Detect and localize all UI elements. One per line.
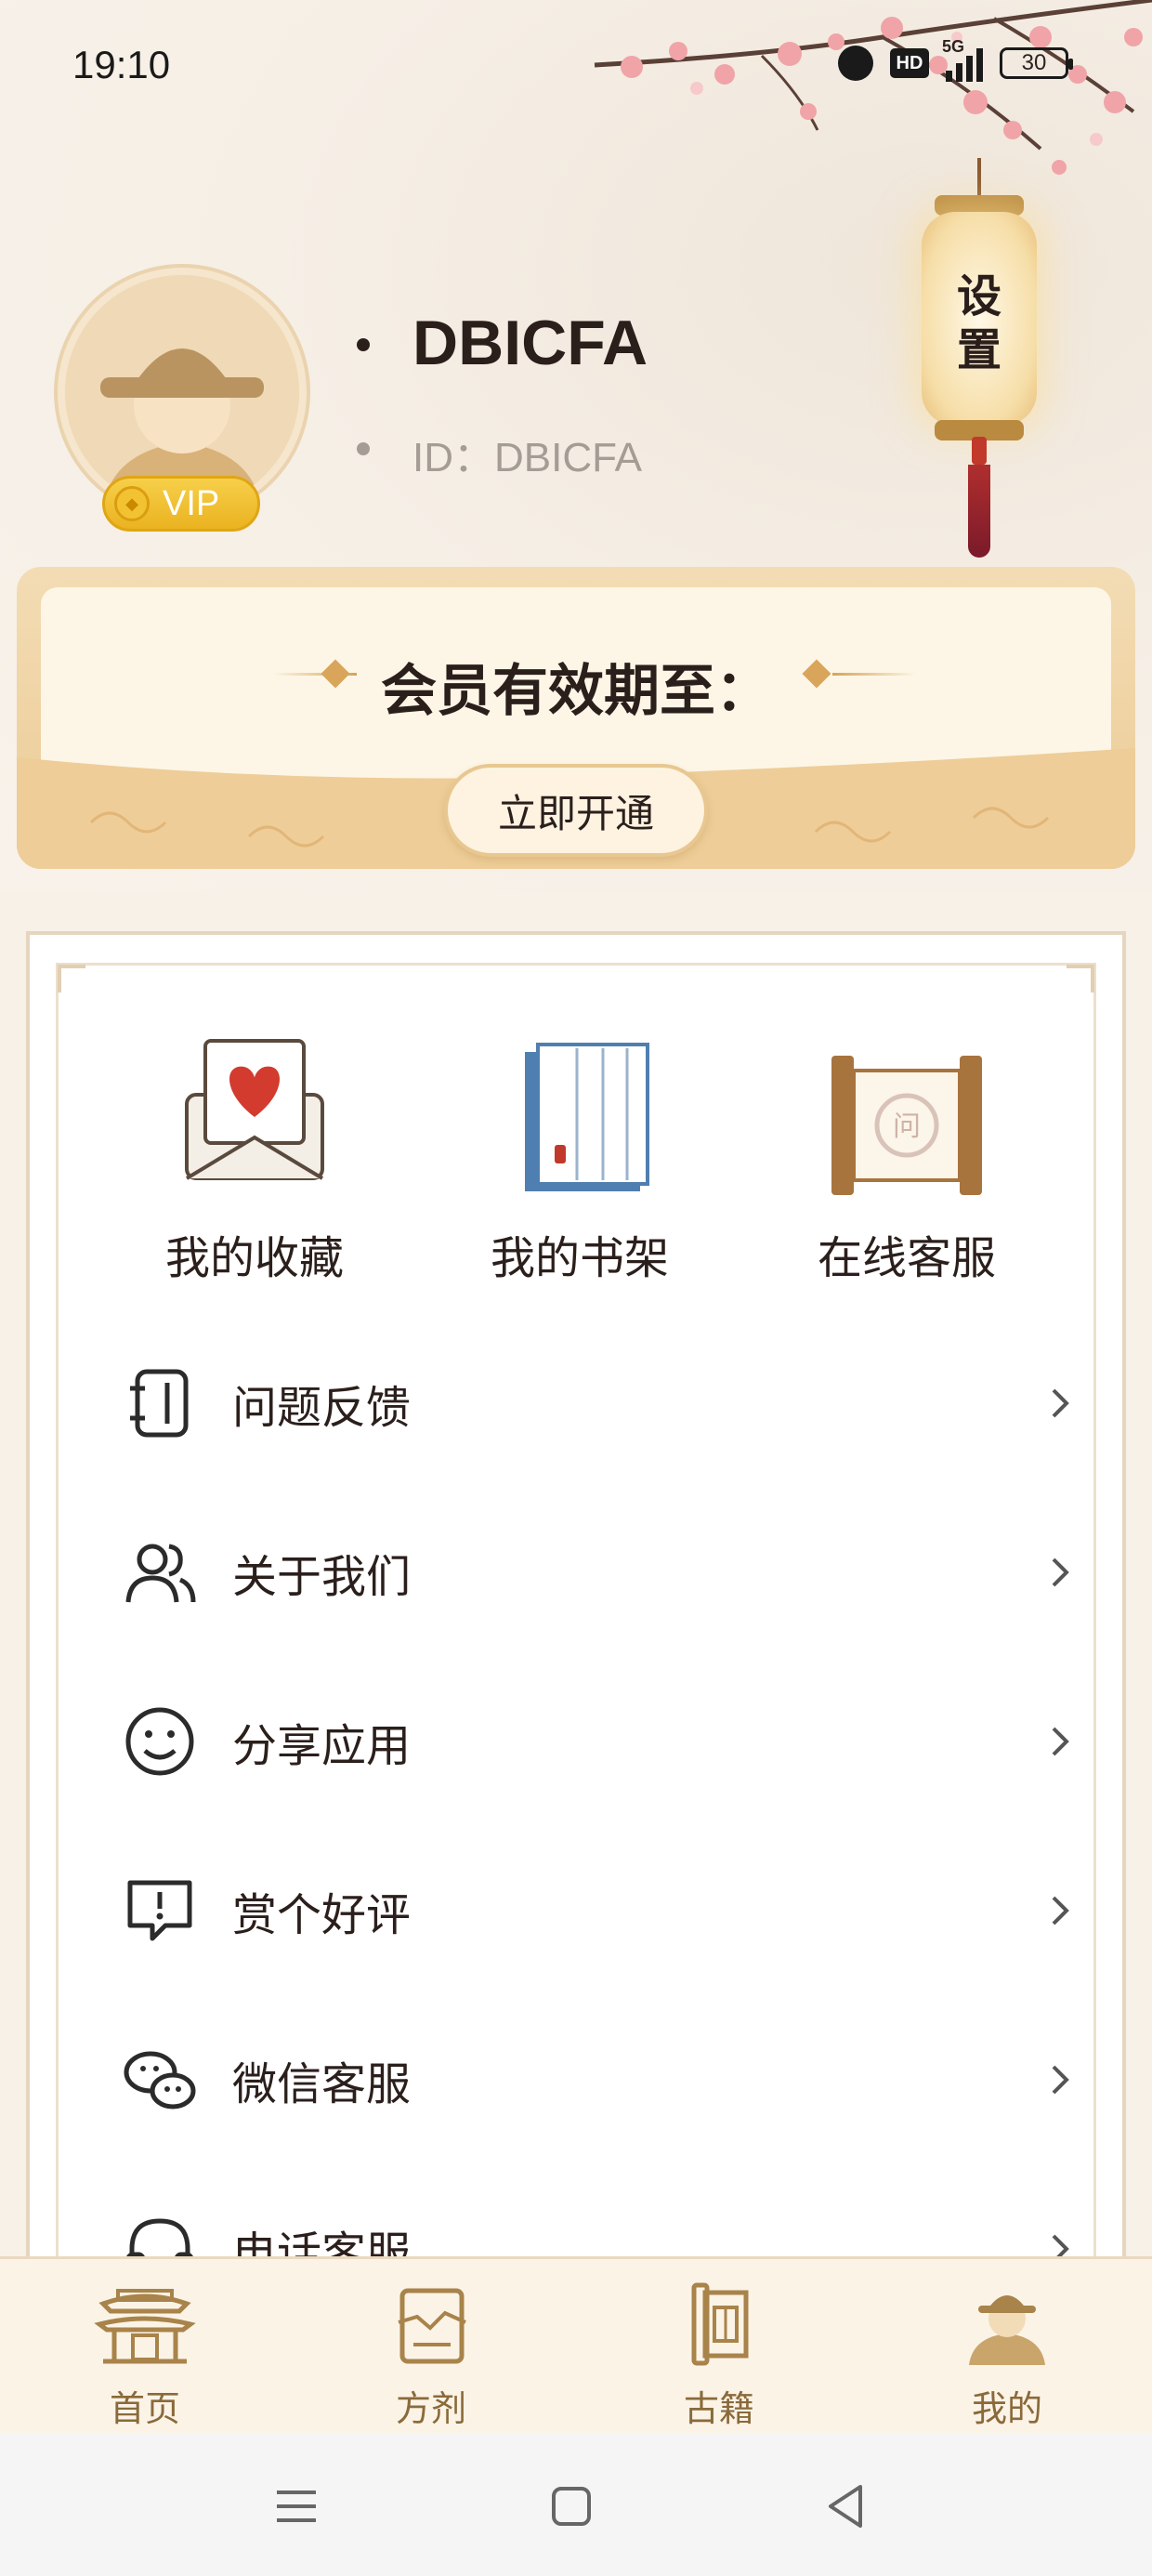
hd-icon: HD (890, 48, 929, 78)
speech-alert-icon (127, 1880, 192, 1941)
users-icon (125, 1544, 196, 1603)
status-bar: 19:10 HD 5G 30 (0, 0, 1152, 139)
menu-item-rate[interactable]: 赏个好评 (121, 1836, 1078, 1985)
chevron-right-icon (1052, 1557, 1069, 1587)
menu-item-label: 关于我们 (232, 1551, 412, 1603)
status-time: 19:10 (72, 43, 171, 86)
menu-item-share[interactable]: 分享应用 (121, 1667, 1078, 1816)
alarm-icon (838, 46, 873, 81)
user-id: ID：DBICFA (412, 435, 642, 480)
chevron-right-icon (1052, 2065, 1069, 2095)
scroll-icon: 问 (831, 1056, 982, 1195)
scholar-avatar-icon (969, 2295, 1045, 2365)
quick-action-online-service[interactable]: 问 在线客服 (767, 1028, 1046, 1286)
menu-card: 我的收藏 我的书架 问 在线客服 问题反馈 关于我们 分享应用 赏个好评 微信客… (26, 931, 1126, 2269)
membership-title: 会员有效期至： (381, 659, 771, 724)
prescription-icon (398, 2288, 466, 2364)
nav-label: 首页 (109, 2388, 180, 2429)
ornament-line-right (832, 673, 916, 676)
chevron-right-icon (1052, 1727, 1069, 1756)
vip-badge: ◆ VIP (102, 476, 260, 532)
settings-lantern-button[interactable]: 设 置 (914, 158, 1044, 567)
nav-tab-home[interactable]: 首页 (52, 2276, 238, 2431)
nav-tab-classics[interactable]: 古籍 (626, 2276, 812, 2431)
signal-icon: 5G (942, 37, 983, 82)
chevron-right-icon (1052, 1388, 1069, 1418)
status-icons: HD 5G 30 (838, 37, 1073, 82)
ancient-book-icon (691, 2282, 749, 2366)
menu-item-label: 问题反馈 (232, 1382, 412, 1434)
palace-icon (94, 2289, 196, 2364)
nav-label: 方剂 (395, 2388, 466, 2429)
nav-label: 我的 (971, 2388, 1042, 2429)
menu-item-feedback[interactable]: 问题反馈 (121, 1329, 1078, 1478)
chevron-right-icon (1052, 1896, 1069, 1925)
network-type-label: 5G (942, 37, 965, 56)
nav-tab-mine[interactable]: 我的 (914, 2276, 1100, 2431)
userid-bullet (357, 442, 370, 455)
username: DBICFA (412, 308, 648, 378)
membership-card: 会员有效期至： 立即开通 (17, 567, 1135, 869)
coin-icon: ◆ (114, 486, 150, 521)
menu-item-about[interactable]: 关于我们 (121, 1498, 1078, 1647)
bottom-nav: 首页 方剂 古籍 我的 (0, 2256, 1152, 2433)
quick-action-favorites[interactable]: 我的收藏 (115, 1028, 394, 1286)
nav-label: 古籍 (683, 2388, 754, 2429)
menu-item-label: 赏个好评 (232, 1889, 412, 1941)
quick-action-bookshelf[interactable]: 我的书架 (440, 1028, 719, 1286)
system-nav-bar (0, 2433, 1152, 2576)
username-bullet (357, 338, 370, 351)
smile-icon (125, 1707, 194, 1776)
feedback-notebook-icon (130, 1369, 189, 1438)
battery-icon: 30 (1000, 47, 1073, 79)
book-icon (525, 1043, 649, 1191)
back-triangle-icon[interactable] (814, 2474, 879, 2539)
menu-item-label: 分享应用 (232, 1720, 412, 1772)
svg-text:问: 问 (893, 1111, 921, 1143)
open-membership-button[interactable]: 立即开通 (444, 764, 708, 857)
envelope-heart-icon (185, 1039, 324, 1180)
scholar-avatar-icon (65, 275, 299, 509)
menu-item-wechat-service[interactable]: 微信客服 (121, 2005, 1078, 2154)
menu-item-label: 微信客服 (232, 2058, 412, 2110)
home-square-icon[interactable] (539, 2474, 604, 2539)
nav-tab-prescriptions[interactable]: 方剂 (338, 2276, 524, 2431)
vip-label: VIP (163, 483, 220, 523)
menu-item-phone-service[interactable]: 电话客服 (121, 2175, 1078, 2266)
settings-label: 设 置 (956, 270, 1001, 376)
wechat-icon (124, 2051, 196, 2109)
menu-icon[interactable] (264, 2474, 329, 2539)
